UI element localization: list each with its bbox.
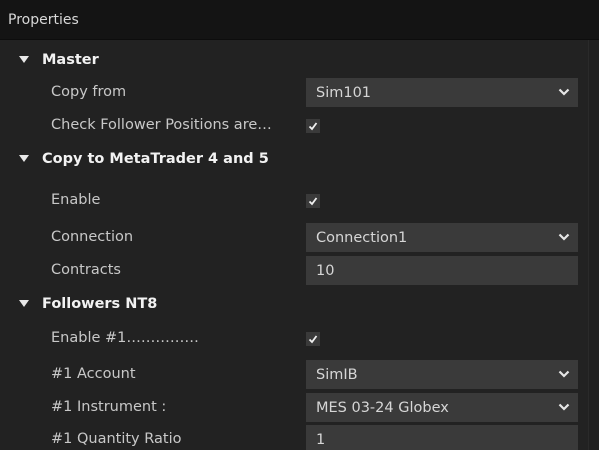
property-enable-1: Enable #1…………… <box>0 322 588 355</box>
property-contracts: Contracts 10 <box>0 254 588 287</box>
panel-header: Properties <box>0 0 599 40</box>
dropdown-value: SimIB <box>316 366 358 383</box>
chevron-down-icon[interactable] <box>558 232 570 242</box>
vertical-scrollbar[interactable] <box>588 40 599 450</box>
category-master[interactable]: Master <box>0 43 588 76</box>
property-label: Copy from <box>51 84 127 100</box>
property-account-1: #1 Account SimIB <box>0 358 588 391</box>
collapse-triangle-icon[interactable] <box>19 56 29 63</box>
chevron-down-icon[interactable] <box>558 369 570 379</box>
connection-dropdown[interactable]: Connection1 <box>306 223 578 252</box>
chevron-down-icon[interactable] <box>558 402 570 412</box>
property-label: Connection <box>51 229 134 245</box>
instrument-1-dropdown[interactable]: MES 03-24 Globex <box>306 393 578 422</box>
copy-from-dropdown[interactable]: Sim101 <box>306 78 578 107</box>
category-metatrader[interactable]: Copy to MetaTrader 4 and 5 <box>0 142 588 175</box>
category-label: Followers NT8 <box>42 295 158 312</box>
property-copy-from: Copy from Sim101 <box>0 76 588 109</box>
collapse-triangle-icon[interactable] <box>19 155 29 162</box>
input-value: 1 <box>316 431 326 448</box>
checkmark-icon <box>308 197 318 206</box>
dropdown-value: Sim101 <box>316 84 372 101</box>
enable-checkbox[interactable] <box>306 194 320 208</box>
property-instrument-1: #1 Instrument : MES 03-24 Globex <box>0 391 588 424</box>
checkmark-icon <box>308 335 318 344</box>
property-quantity-ratio-1: #1 Quantity Ratio 1 <box>0 423 588 450</box>
account-1-dropdown[interactable]: SimIB <box>306 360 578 389</box>
property-check-follower-positions: Check Follower Positions are… <box>0 109 588 142</box>
property-label: #1 Quantity Ratio <box>51 431 182 447</box>
dropdown-value: MES 03-24 Globex <box>316 399 449 416</box>
chevron-down-icon[interactable] <box>558 87 570 97</box>
check-follower-checkbox[interactable] <box>306 119 320 133</box>
category-followers[interactable]: Followers NT8 <box>0 287 588 320</box>
property-grid: Master Copy from Sim101 Check Follower P… <box>0 40 588 450</box>
collapse-triangle-icon[interactable] <box>19 300 29 307</box>
dropdown-value: Connection1 <box>316 229 408 246</box>
property-enable: Enable <box>0 184 588 217</box>
category-label: Master <box>42 51 99 68</box>
contracts-input[interactable]: 10 <box>306 256 578 285</box>
property-label: #1 Account <box>51 366 136 382</box>
checkmark-icon <box>308 122 318 131</box>
property-label: Enable <box>51 192 101 208</box>
property-label: #1 Instrument : <box>51 399 167 415</box>
input-value: 10 <box>316 262 335 279</box>
properties-panel: Properties Master Copy from Sim101 Check… <box>0 0 599 450</box>
property-label: Enable #1…………… <box>51 330 199 346</box>
category-label: Copy to MetaTrader 4 and 5 <box>42 150 269 167</box>
enable-1-checkbox[interactable] <box>306 332 320 346</box>
property-label: Check Follower Positions are… <box>51 117 272 133</box>
quantity-ratio-1-input[interactable]: 1 <box>306 425 578 450</box>
property-connection: Connection Connection1 <box>0 221 588 254</box>
property-label: Contracts <box>51 262 121 278</box>
panel-title: Properties <box>8 11 79 28</box>
